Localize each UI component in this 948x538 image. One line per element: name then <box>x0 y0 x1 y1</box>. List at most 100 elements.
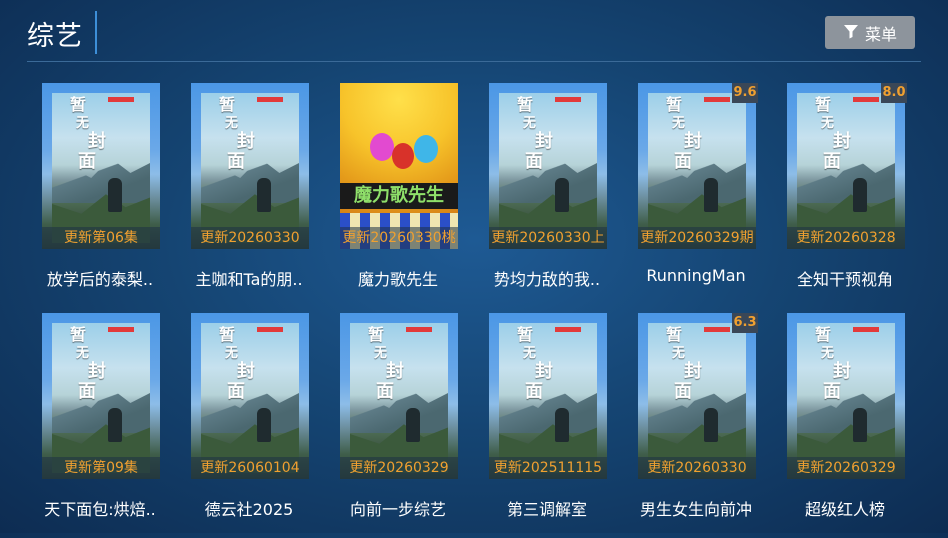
poster-image: 暂无封面 <box>42 83 160 249</box>
cover-char: 面 <box>674 151 692 172</box>
header-divider <box>27 61 921 62</box>
cover-char: 封 <box>88 361 106 382</box>
update-label: 更新20260330上 <box>489 227 607 249</box>
cover-char: 面 <box>78 151 96 172</box>
cover-char: 面 <box>78 381 96 402</box>
poster-image: 暂无封面 <box>191 313 309 479</box>
filter-icon <box>843 23 859 43</box>
page-title: 综艺 <box>27 21 83 52</box>
rating-badge: 9.6 <box>732 83 758 103</box>
cover-char: 无 <box>76 346 90 361</box>
cover-char: 无 <box>76 116 90 131</box>
cover-char: 暂 <box>666 325 683 344</box>
media-title: 全知干预视角 <box>796 270 893 289</box>
update-label: 更新20260329 <box>787 457 905 479</box>
update-label: 更新20260329期 <box>638 227 756 249</box>
media-title: 势均力敌的我.. <box>493 270 601 289</box>
media-title: 放学后的泰梨.. <box>46 270 154 289</box>
update-label: 更新第09集 <box>42 457 160 479</box>
poster-image: 魔力歌先生 <box>340 83 458 249</box>
update-label: 更新第06集 <box>42 227 160 249</box>
cover-char: 无 <box>523 116 537 131</box>
media-title: 向前一步综艺 <box>349 500 446 519</box>
cover-char: 暂 <box>70 95 87 114</box>
media-card[interactable]: 暂无封面更新20260330上 势均力敌的我.. <box>489 83 647 308</box>
menu-button-label: 菜单 <box>864 24 897 44</box>
poster-image: 暂无封面 <box>787 313 905 479</box>
cover-char: 面 <box>376 381 394 402</box>
cover-char: 封 <box>535 361 553 382</box>
media-title: 天下面包:烘焙.. <box>44 500 156 519</box>
media-card[interactable]: 暂无封面更新第09集 天下面包:烘焙.. <box>42 313 200 538</box>
media-card[interactable]: 暂无封面更新20260330 6.3 男生女生向前冲 <box>638 313 796 538</box>
rating-badge: 8.0 <box>881 83 907 103</box>
cover-char: 暂 <box>70 325 87 344</box>
poster-banner: 魔力歌先生 <box>340 183 458 209</box>
media-card[interactable]: 暂无封面更新第06集 放学后的泰梨.. <box>42 83 200 308</box>
update-label: 更新20260330 <box>191 227 309 249</box>
poster-image: 暂无封面 <box>340 313 458 479</box>
cover-char: 面 <box>525 151 543 172</box>
media-card[interactable]: 暂无封面更新20260329期 9.6 RunningMan <box>638 83 796 308</box>
menu-button[interactable]: 菜单 <box>825 16 915 49</box>
media-title: 超级红人榜 <box>804 500 885 519</box>
update-label: 更新202511115 <box>489 457 607 479</box>
cover-char: 暂 <box>219 325 236 344</box>
media-title: 男生女生向前冲 <box>639 500 752 519</box>
cover-char: 面 <box>823 381 841 402</box>
cover-char: 暂 <box>517 95 534 114</box>
cover-char: 封 <box>833 131 851 152</box>
cover-char: 暂 <box>517 325 534 344</box>
cover-char: 面 <box>227 151 245 172</box>
cover-char: 无 <box>821 346 835 361</box>
cover-char: 封 <box>833 361 851 382</box>
media-card[interactable]: 暂无封面更新20260329 超级红人榜 <box>787 313 945 538</box>
cover-char: 无 <box>523 346 537 361</box>
cover-char: 封 <box>88 131 106 152</box>
poster-image: 暂无封面 <box>42 313 160 479</box>
poster-image: 暂无封面 <box>787 83 905 249</box>
media-title: 德云社2025 <box>204 500 294 519</box>
media-card[interactable]: 暂无封面更新202511115 第三调解室 <box>489 313 647 538</box>
cover-char: 无 <box>821 116 835 131</box>
cover-char: 无 <box>225 116 239 131</box>
cover-char: 面 <box>823 151 841 172</box>
update-label: 更新20260330 <box>638 457 756 479</box>
media-title: 第三调解室 <box>506 500 587 519</box>
cover-char: 封 <box>535 131 553 152</box>
update-label: 更新20260330桃 <box>340 227 458 249</box>
update-label: 更新20260328 <box>787 227 905 249</box>
media-card[interactable]: 暂无封面更新20260330 主咖和Ta的朋.. <box>191 83 349 308</box>
cover-char: 封 <box>237 361 255 382</box>
poster-image: 暂无封面 <box>638 83 756 249</box>
poster-image: 暂无封面 <box>489 313 607 479</box>
cover-char: 封 <box>684 361 702 382</box>
media-card[interactable]: 魔力歌先生 更新20260330桃 魔力歌先生 <box>340 83 498 308</box>
cover-char: 封 <box>237 131 255 152</box>
cover-char: 面 <box>674 381 692 402</box>
cover-char: 暂 <box>219 95 236 114</box>
poster-image: 暂无封面 <box>638 313 756 479</box>
header-bar: 综艺 菜单 <box>0 0 948 62</box>
media-card[interactable]: 暂无封面更新26060104 德云社2025 <box>191 313 349 538</box>
cover-char: 暂 <box>815 325 832 344</box>
cover-char: 无 <box>374 346 388 361</box>
poster-image: 暂无封面 <box>191 83 309 249</box>
cover-char: 暂 <box>815 95 832 114</box>
cover-char: 面 <box>227 381 245 402</box>
title-divider <box>95 11 97 54</box>
media-title: 魔力歌先生 <box>357 270 438 289</box>
cover-char: 封 <box>386 361 404 382</box>
cover-char: 无 <box>225 346 239 361</box>
media-title: RunningMan <box>646 266 746 285</box>
rating-badge: 6.3 <box>732 313 758 333</box>
update-label: 更新26060104 <box>191 457 309 479</box>
cover-char: 暂 <box>368 325 385 344</box>
cover-char: 无 <box>672 116 686 131</box>
cover-char: 面 <box>525 381 543 402</box>
poster-image: 暂无封面 <box>489 83 607 249</box>
media-card[interactable]: 暂无封面更新20260329 向前一步综艺 <box>340 313 498 538</box>
media-title: 主咖和Ta的朋.. <box>195 270 303 289</box>
media-card[interactable]: 暂无封面更新20260328 8.0 全知干预视角 <box>787 83 945 308</box>
cover-char: 无 <box>672 346 686 361</box>
